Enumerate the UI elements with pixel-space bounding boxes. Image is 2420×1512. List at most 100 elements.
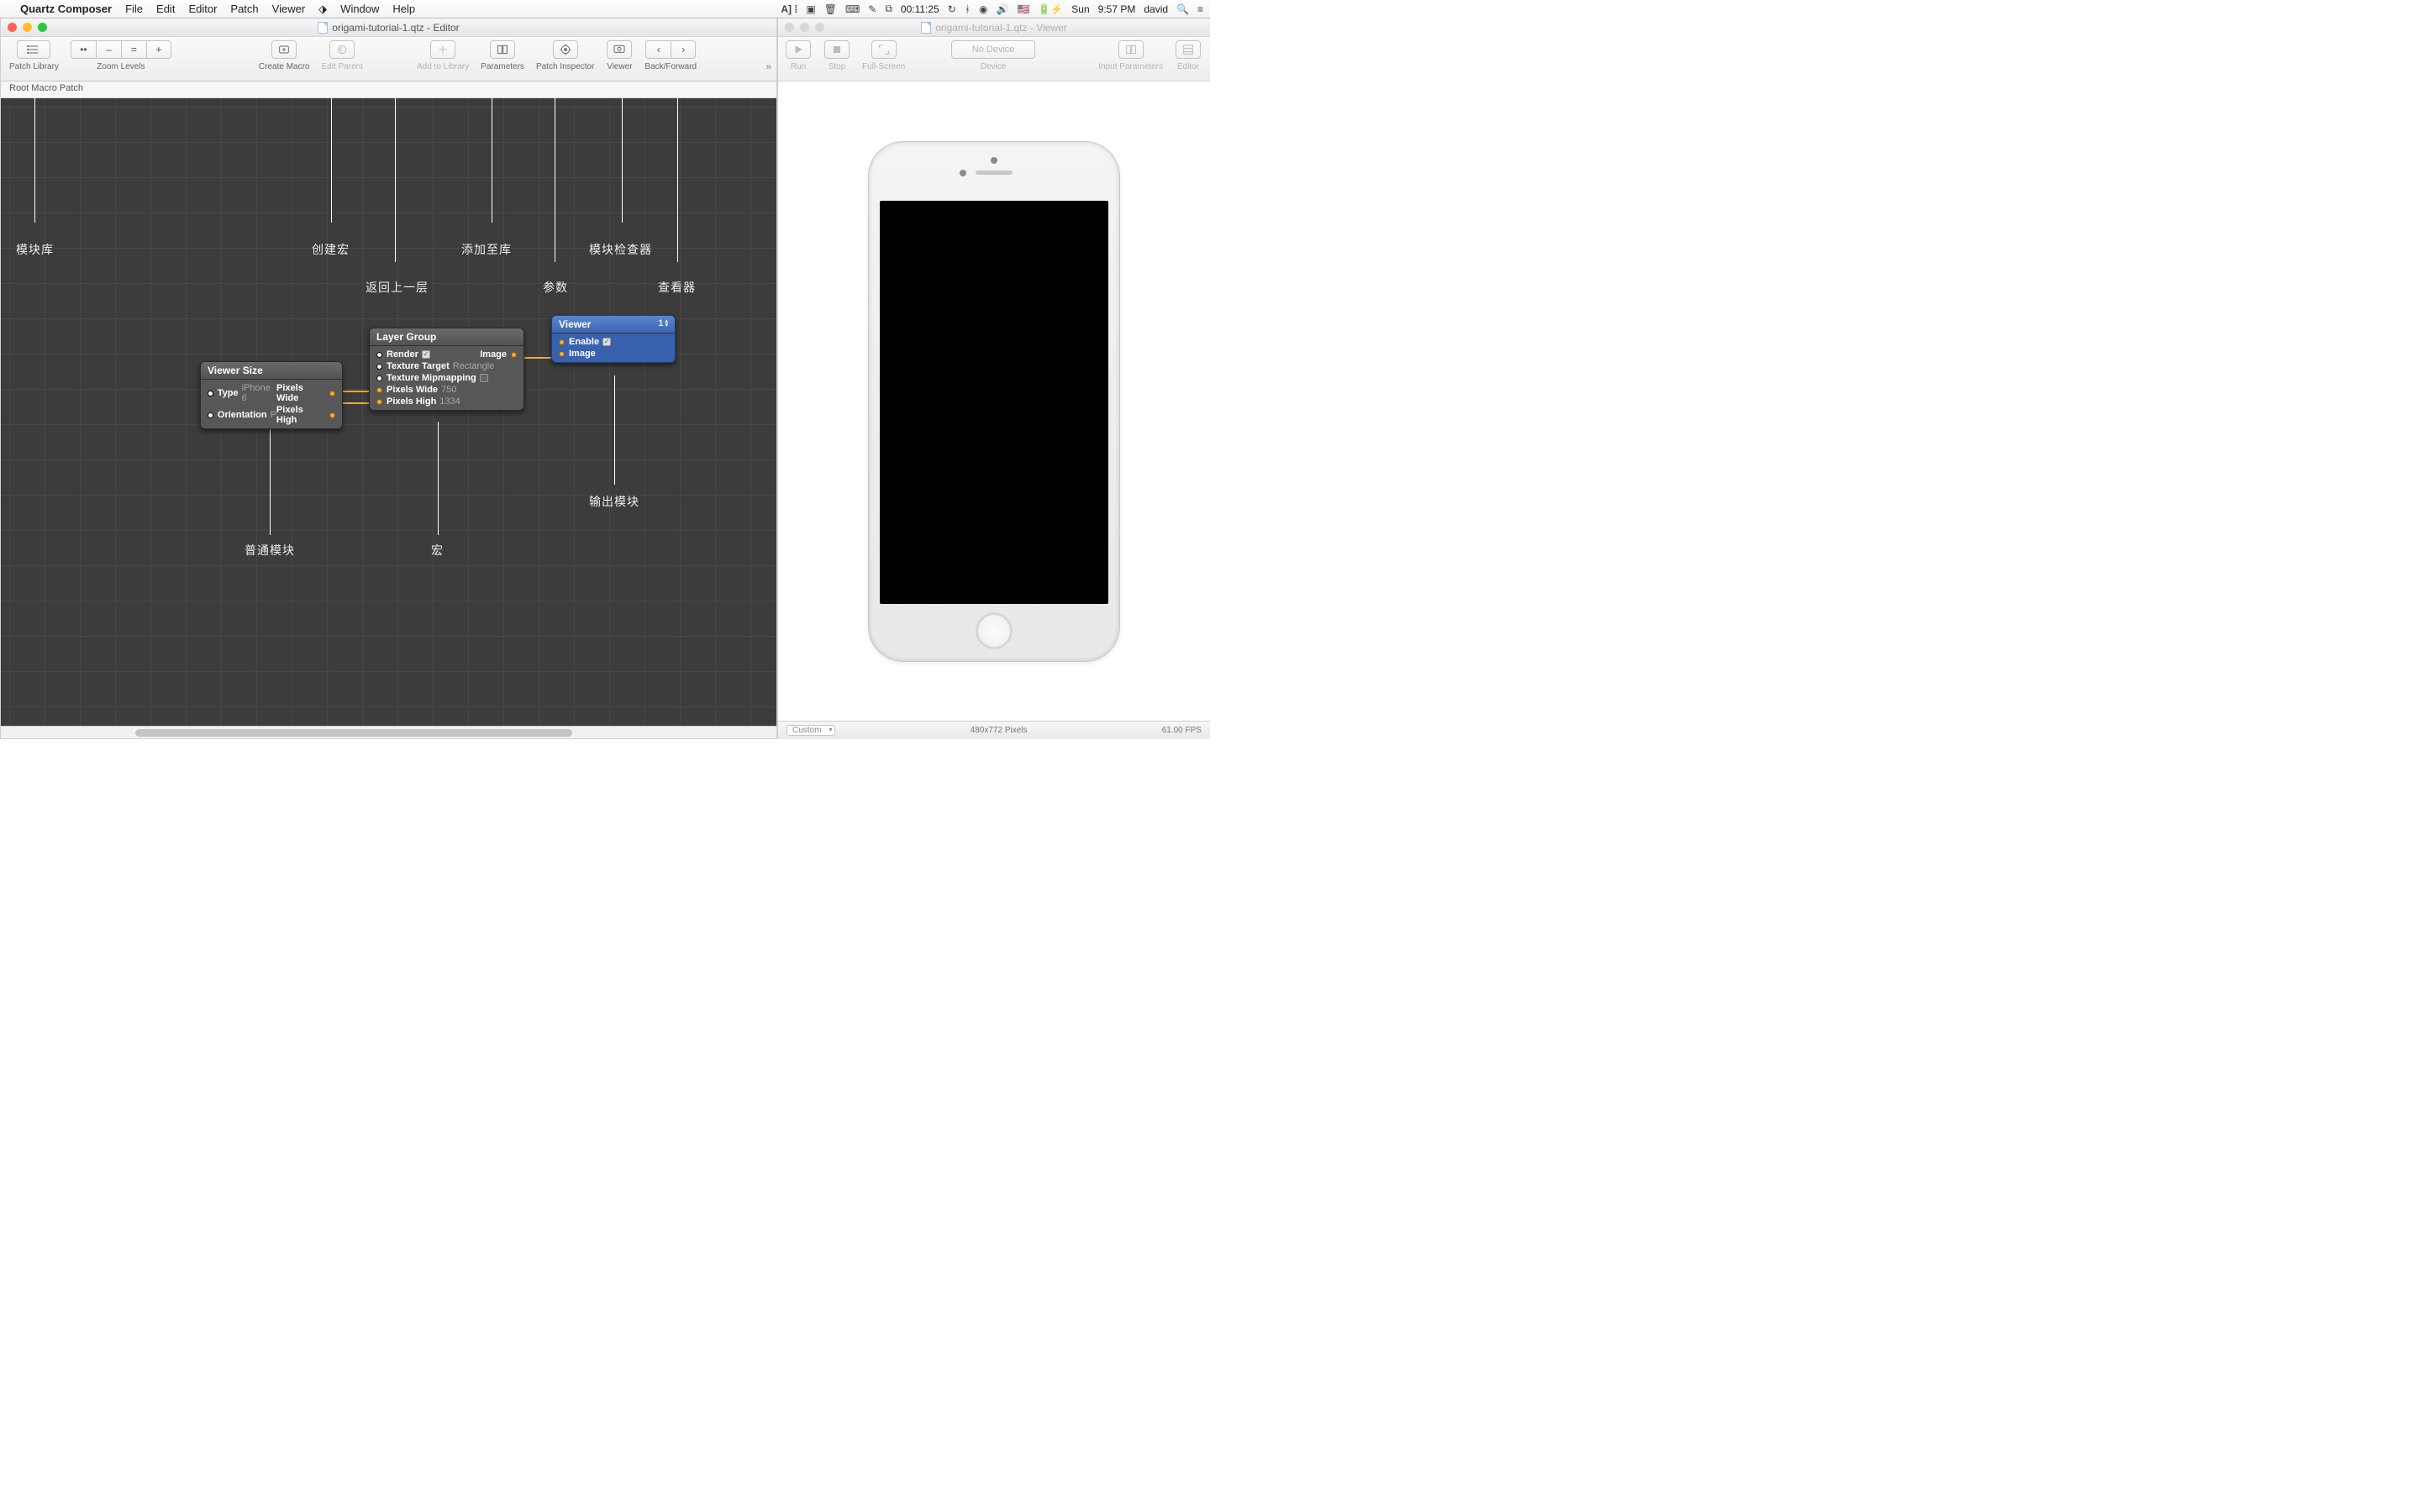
scrollbar-thumb[interactable] xyxy=(135,729,572,737)
zoom-in-button[interactable]: + xyxy=(146,40,171,59)
patch-library-label: Patch Library xyxy=(9,62,59,71)
zoom-button[interactable] xyxy=(815,23,824,32)
node-title[interactable]: Layer Group xyxy=(370,328,523,346)
close-button[interactable] xyxy=(785,23,794,32)
input-flag-icon[interactable]: 🇺🇸 xyxy=(1017,3,1029,15)
bluetooth-icon[interactable]: ᚼ xyxy=(965,3,971,15)
toolbar-overflow[interactable]: » xyxy=(765,60,771,72)
edit-parent-button[interactable] xyxy=(329,40,355,59)
callout-back: 返回上一层 xyxy=(366,279,429,296)
parameters-button[interactable] xyxy=(490,40,515,59)
viewer-canvas[interactable] xyxy=(778,81,1210,721)
row-value[interactable]: iPhone 6 xyxy=(242,383,276,403)
port-out[interactable] xyxy=(329,391,335,396)
timemachine-icon[interactable]: ↻ xyxy=(948,3,956,15)
port-in[interactable] xyxy=(376,387,382,393)
user-name[interactable]: david xyxy=(1144,3,1168,15)
viewer-titlebar[interactable]: origami-tutorial-1.qtz - Viewer xyxy=(778,18,1210,37)
wifi-icon[interactable]: ◉ xyxy=(979,3,987,15)
row-value[interactable]: P xyxy=(271,410,276,420)
node-title[interactable]: Viewer Size xyxy=(201,362,342,380)
port-in[interactable] xyxy=(376,364,382,370)
traffic-lights[interactable] xyxy=(8,23,47,32)
checkbox[interactable]: ✓ xyxy=(602,338,611,346)
back-button[interactable]: ‹ xyxy=(645,40,671,59)
breadcrumb[interactable]: Root Macro Patch xyxy=(1,81,776,98)
menu-viewer[interactable]: Viewer xyxy=(272,3,306,15)
evernote-icon[interactable]: ✎ xyxy=(868,3,876,15)
port-in[interactable] xyxy=(559,339,565,345)
clock-day[interactable]: Sun xyxy=(1071,3,1089,15)
row-label: Pixels High xyxy=(387,396,436,407)
row-value[interactable]: 750 xyxy=(441,385,456,395)
port-out[interactable] xyxy=(329,412,335,418)
app-name[interactable]: Quartz Composer xyxy=(20,3,112,15)
editor-label: Editor xyxy=(1177,62,1199,71)
node-title[interactable]: Viewer1▴▾ xyxy=(552,316,675,333)
port-out[interactable] xyxy=(511,352,517,358)
menu-edit[interactable]: Edit xyxy=(156,3,175,15)
horizontal-scrollbar[interactable] xyxy=(1,726,776,738)
input-params-button[interactable] xyxy=(1118,40,1144,59)
checkbox[interactable] xyxy=(480,374,488,382)
editor-titlebar[interactable]: origami-tutorial-1.qtz - Editor xyxy=(1,18,776,37)
port-in[interactable] xyxy=(376,375,382,381)
node-viewer-size[interactable]: Viewer Size Type iPhone 6 Pixels Wide Or… xyxy=(200,361,343,429)
row-label: Pixels Wide xyxy=(387,385,438,395)
node-viewer[interactable]: Viewer1▴▾ Enable✓ Image xyxy=(551,315,676,363)
notification-icon[interactable]: ≡ xyxy=(1197,3,1203,15)
spotlight-icon[interactable]: 🔍 xyxy=(1176,3,1189,15)
editor-canvas[interactable]: 模块库 创建宏 添加至库 模块检查器 返回上一层 参数 查看器 普通模块 宏 输… xyxy=(1,98,776,738)
timer-icon[interactable]: ⧉ xyxy=(885,3,892,15)
node-layer-group[interactable]: Layer Group Render✓Image Texture TargetR… xyxy=(369,328,524,411)
phone-screen[interactable] xyxy=(880,201,1108,604)
battery-icon[interactable]: 🔋⚡ xyxy=(1038,3,1063,15)
clock-time[interactable]: 9:57 PM xyxy=(1098,3,1136,15)
phone-home-button[interactable] xyxy=(976,612,1013,649)
port-in[interactable] xyxy=(376,352,382,358)
menu-editor[interactable]: Editor xyxy=(188,3,217,15)
fullscreen-button[interactable] xyxy=(871,40,897,59)
port-in[interactable] xyxy=(376,399,382,405)
size-mode-select[interactable]: Custom xyxy=(786,725,835,736)
open-editor-button[interactable] xyxy=(1176,40,1201,59)
patch-inspector-button[interactable] xyxy=(553,40,578,59)
minimize-button[interactable] xyxy=(23,23,32,32)
zoom-button[interactable] xyxy=(38,23,47,32)
close-button[interactable] xyxy=(8,23,17,32)
patch-library-button[interactable] xyxy=(17,40,50,59)
minimize-button[interactable] xyxy=(800,23,809,32)
zoom-fit-button[interactable]: •• xyxy=(71,40,96,59)
row-value[interactable]: 1334 xyxy=(439,396,460,407)
trash-icon[interactable]: 🗑 xyxy=(824,3,837,15)
display-icon[interactable]: ▣ xyxy=(806,3,815,15)
menu-help[interactable]: Help xyxy=(392,3,415,15)
device-select[interactable]: No Device xyxy=(951,40,1035,59)
keyboard-icon[interactable]: ⌨ xyxy=(845,3,860,15)
row-value[interactable]: Rectangle xyxy=(453,361,495,371)
zoom-out-button[interactable]: – xyxy=(96,40,121,59)
row-label: Pixels Wide xyxy=(276,383,325,403)
forward-button[interactable]: › xyxy=(671,40,696,59)
traffic-lights[interactable] xyxy=(785,23,824,32)
adobe-icon[interactable]: A] ⁞ xyxy=(781,3,797,15)
fps-readout: 61.00 FPS xyxy=(1162,726,1202,735)
viewport-dims: 480x772 Pixels xyxy=(971,726,1028,735)
menu-patch[interactable]: Patch xyxy=(230,3,258,15)
menu-origami-icon[interactable]: ⬗ xyxy=(318,3,327,16)
volume-icon[interactable]: 🔊 xyxy=(996,3,1008,15)
zoom-100-button[interactable]: = xyxy=(121,40,146,59)
port-in[interactable] xyxy=(208,391,213,396)
row-label: Orientation xyxy=(218,410,267,420)
menu-window[interactable]: Window xyxy=(340,3,379,15)
port-in[interactable] xyxy=(559,351,565,357)
stop-button[interactable] xyxy=(824,40,850,59)
add-to-library-button[interactable] xyxy=(430,40,455,59)
menu-file[interactable]: File xyxy=(125,3,143,15)
viewer-button[interactable] xyxy=(607,40,632,59)
port-in[interactable] xyxy=(208,412,213,418)
run-button[interactable] xyxy=(786,40,811,59)
create-macro-button[interactable] xyxy=(271,40,297,59)
checkbox[interactable]: ✓ xyxy=(422,350,430,359)
callout-line xyxy=(622,98,623,223)
